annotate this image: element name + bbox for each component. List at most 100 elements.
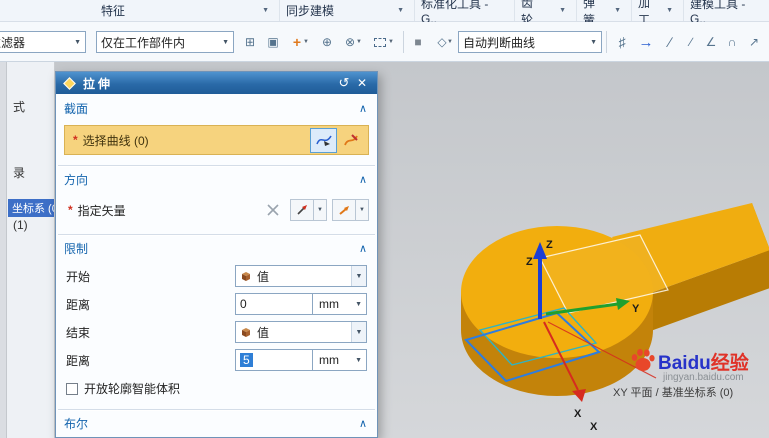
- chevron-down-icon[interactable]: ▼: [559, 7, 566, 14]
- arc-icon[interactable]: ∩: [722, 32, 742, 52]
- start-distance-row: 距离 0 mm ▼: [66, 293, 367, 315]
- navigator-item-selected[interactable]: 坐标系 (0: [8, 199, 54, 217]
- start-distance-label: 距离: [66, 297, 91, 312]
- line-icon[interactable]: ∕: [660, 32, 680, 52]
- vector-type-icon: [339, 206, 349, 215]
- start-row: 开始 值 ▼: [66, 265, 367, 287]
- end-distance-input[interactable]: 5: [235, 349, 313, 371]
- dialog-title: 拉伸: [83, 76, 114, 91]
- direction-group-title: 方向: [64, 173, 89, 187]
- collapse-chevron-icon[interactable]: ∧: [359, 173, 367, 186]
- point-arrow-icon[interactable]: ↗: [744, 32, 764, 52]
- sketch-section-button[interactable]: [337, 128, 364, 153]
- tab-synchronous-modeling-label: 同步建模: [286, 4, 335, 18]
- curve-rule-value: 自动判断曲线: [463, 35, 536, 50]
- chevron-down-icon[interactable]: ▼: [356, 199, 369, 221]
- group-separator: [58, 409, 375, 411]
- x-datum-label: X: [590, 421, 598, 433]
- fit-window-icon[interactable]: ♯: [612, 32, 632, 52]
- section-group-header[interactable]: 截面 ∧: [56, 98, 377, 119]
- chevron-down-icon[interactable]: ▼: [356, 39, 362, 45]
- end-distance-unit: mm: [319, 353, 339, 367]
- z-datum-label: Z: [526, 256, 533, 268]
- chevron-down-icon[interactable]: ▼: [388, 39, 394, 45]
- snap-intersection-icon[interactable]: ⊕: [317, 32, 337, 52]
- tab-feature[interactable]: 特征 ▼: [95, 0, 280, 21]
- z-axis-label: Z: [546, 239, 553, 251]
- nx-application-window: 特征 ▼ 同步建模 ▼ 标准化工具 - G.. 齿轮.. ▼ 弹簧.. ▼ 加工…: [0, 0, 769, 438]
- start-label: 开始: [66, 269, 91, 284]
- solid-body-filter-icon[interactable]: ■: [408, 32, 428, 52]
- selection-scope-combo[interactable]: 仅在工作部件内 ▼: [96, 31, 234, 53]
- vector-arrow-icon[interactable]: →: [636, 32, 656, 52]
- navigator-item[interactable]: 录: [13, 164, 25, 181]
- profile-line-icon[interactable]: ∕: [681, 32, 701, 52]
- close-button[interactable]: ✕: [353, 76, 371, 90]
- chevron-down-icon[interactable]: ▼: [262, 7, 269, 14]
- cube-icon: [242, 272, 250, 281]
- chevron-down-icon[interactable]: ▼: [351, 322, 366, 342]
- curve-select-button[interactable]: [310, 127, 337, 153]
- specify-vector-label: 指定矢量: [77, 203, 126, 218]
- tab-standard-tools[interactable]: 标准化工具 - G..: [415, 0, 515, 26]
- collapse-chevron-icon[interactable]: ∧: [359, 417, 367, 430]
- chevron-down-icon[interactable]: ▼: [447, 39, 453, 45]
- snap-point-icon[interactable]: ▣: [263, 32, 283, 52]
- marquee-box-shape: [374, 37, 386, 47]
- curve-rule-combo[interactable]: 自动判断曲线 ▼: [458, 31, 602, 53]
- required-asterisk: *: [68, 203, 73, 217]
- select-curve-label: 选择曲线 (0): [82, 133, 149, 148]
- start-distance-unit-combo[interactable]: mm ▼: [313, 293, 367, 315]
- tab-modeling-tools[interactable]: 建模工具 - G..: [684, 0, 769, 26]
- selection-filter-combo[interactable]: 过滤器 ▼: [0, 31, 86, 53]
- end-label: 结束: [66, 325, 91, 340]
- chevron-down-icon[interactable]: ▼: [351, 266, 366, 286]
- end-distance-value: 5: [240, 353, 253, 367]
- navigator-item[interactable]: (1): [13, 218, 28, 232]
- limits-group-header[interactable]: 限制 ∧: [56, 238, 377, 259]
- chevron-down-icon[interactable]: ▼: [397, 7, 404, 14]
- chevron-down-icon[interactable]: ▼: [303, 39, 309, 45]
- required-asterisk: *: [73, 133, 78, 147]
- chevron-down-icon[interactable]: ▼: [314, 199, 327, 221]
- toolbar-separator: [403, 31, 404, 53]
- end-distance-label: 距离: [66, 353, 91, 368]
- reset-button[interactable]: ↺: [335, 75, 353, 91]
- limits-group-title: 限制: [64, 242, 89, 256]
- chevron-down-icon: ▼: [355, 300, 362, 308]
- view-status-label: XY 平面 / 基准坐标系 (0): [613, 387, 734, 399]
- inferred-vector-button[interactable]: [261, 199, 285, 221]
- select-curve-row[interactable]: * 选择曲线 (0): [64, 125, 369, 155]
- datum-grid-icon[interactable]: ⊞: [240, 32, 260, 52]
- collapse-chevron-icon[interactable]: ∧: [359, 242, 367, 255]
- chevron-down-icon[interactable]: ▼: [614, 7, 621, 14]
- start-value-combo[interactable]: 值 ▼: [235, 265, 367, 287]
- chevron-down-icon[interactable]: ▼: [666, 7, 673, 14]
- y-axis-label: Y: [632, 303, 640, 315]
- collapse-chevron-icon[interactable]: ∧: [359, 102, 367, 115]
- marquee-select-icon[interactable]: [370, 32, 390, 52]
- start-distance-input[interactable]: 0: [235, 293, 313, 315]
- chevron-down-icon: ▼: [355, 356, 362, 364]
- direction-group-header[interactable]: 方向 ∧: [56, 169, 377, 190]
- start-value: 值: [257, 269, 270, 284]
- tab-gear[interactable]: 齿轮.. ▼: [515, 0, 577, 27]
- tab-synchronous-modeling[interactable]: 同步建模 ▼: [280, 0, 415, 21]
- boolean-group-header[interactable]: 布尔 ∧: [56, 413, 377, 434]
- extrude-dialog: 拉伸 ↺ ✕ 截面 ∧ * 选择曲线 (0) 方向 ∧ * 指定矢量 ▼ ▼ 限…: [55, 71, 378, 438]
- navigator-item[interactable]: 式: [13, 98, 25, 115]
- dialog-titlebar[interactable]: 拉伸 ↺ ✕: [56, 72, 377, 94]
- end-value-combo[interactable]: 值 ▼: [235, 321, 367, 343]
- section-group-title: 截面: [64, 102, 89, 116]
- tab-spring[interactable]: 弹簧.. ▼: [577, 0, 632, 27]
- tab-machining[interactable]: 加工.. ▼: [632, 0, 684, 27]
- end-distance-unit-combo[interactable]: mm ▼: [313, 349, 367, 371]
- vector-dialog-button[interactable]: [290, 199, 314, 221]
- angle-icon[interactable]: ∠: [701, 32, 721, 52]
- watermark-brand: Baidu经验: [658, 348, 749, 375]
- open-profile-checkbox[interactable]: [66, 382, 78, 395]
- inferred-vector-icon: [267, 204, 279, 216]
- end-value: 值: [257, 325, 270, 340]
- start-distance-cluster: 0 mm ▼: [235, 293, 367, 315]
- vector-type-button[interactable]: [332, 199, 356, 221]
